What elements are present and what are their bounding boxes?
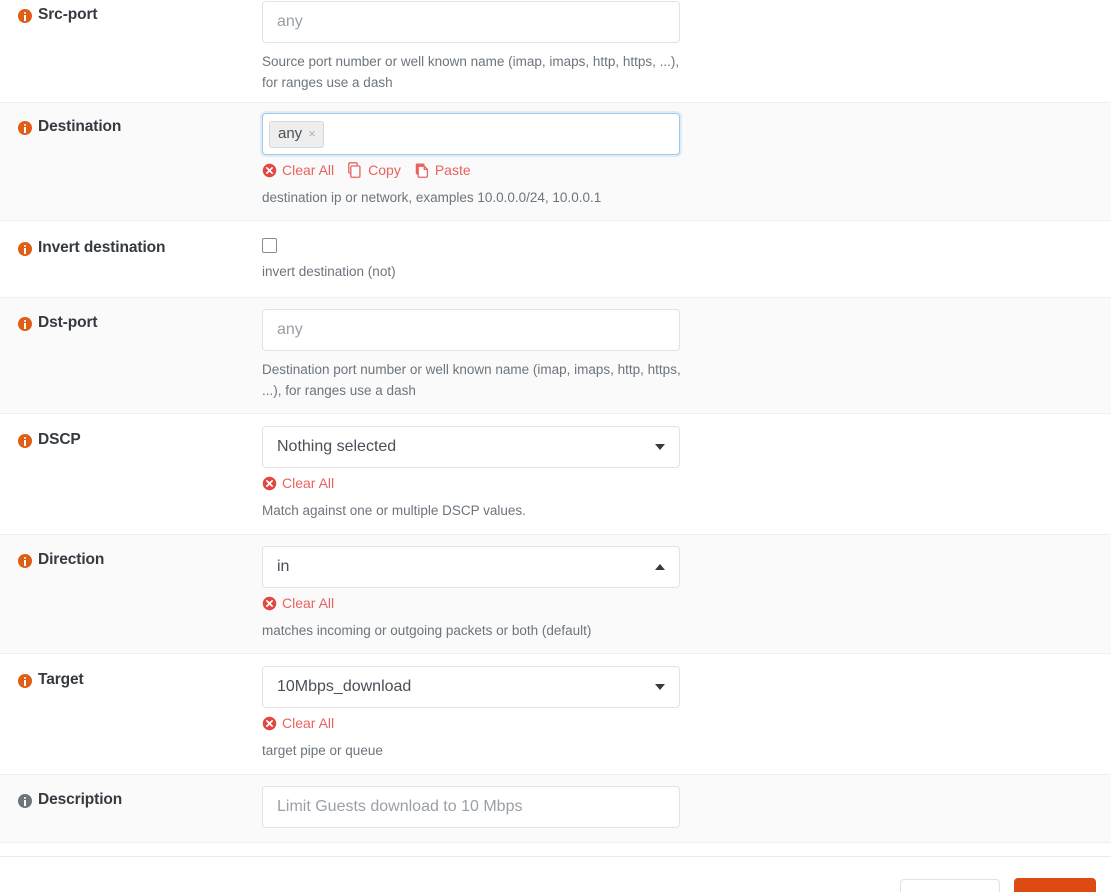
field-dscp: Nothing selected Clear All Match against… (262, 426, 1111, 521)
info-icon[interactable] (18, 794, 32, 808)
help-direction: matches incoming or outgoing packets or … (262, 623, 592, 638)
label-direction: Direction (0, 546, 262, 570)
dscp-select[interactable]: Nothing selected (262, 426, 680, 468)
label-text: Dst-port (38, 314, 98, 331)
field-src-port: Source port number or well known name (i… (262, 1, 1111, 93)
invert-destination-checkbox[interactable] (262, 238, 277, 253)
clear-all-button[interactable]: Clear All (262, 161, 334, 179)
form-row-dst-port: Dst-port Destination port number or well… (0, 297, 1111, 414)
token-label: any (278, 124, 303, 142)
label-text: DSCP (38, 431, 81, 448)
form-row-src-port: Src-port Source port number or well know… (0, 0, 1111, 102)
paste-icon (415, 163, 428, 178)
target-select[interactable]: 10Mbps_download (262, 666, 680, 708)
help-dst-port: Destination port number or well known na… (262, 362, 681, 398)
label-text: Src-port (38, 6, 98, 23)
label-target: Target (0, 666, 262, 690)
help-invert-destination: invert destination (not) (262, 264, 396, 279)
info-icon[interactable] (18, 434, 32, 448)
info-icon[interactable] (18, 674, 32, 688)
form-row-dscp: DSCP Nothing selected Clear All Match ag… (0, 414, 1111, 534)
src-port-input[interactable] (262, 1, 680, 43)
description-input[interactable] (262, 786, 680, 828)
label-text: Description (38, 791, 123, 808)
clear-all-label: Clear All (282, 475, 335, 491)
label-dst-port: Dst-port (0, 309, 262, 333)
info-icon[interactable] (18, 317, 32, 331)
info-icon[interactable] (18, 242, 32, 256)
dscp-selected-value: Nothing selected (277, 438, 397, 455)
label-description: Description (0, 786, 262, 810)
circle-x-icon (262, 596, 277, 610)
info-icon[interactable] (18, 554, 32, 568)
info-icon[interactable] (18, 121, 32, 135)
copy-icon (348, 162, 361, 178)
form-row-target: Target 10Mbps_download Clear All target … (0, 654, 1111, 774)
label-invert-destination: Invert destination (0, 234, 262, 258)
label-dscp: DSCP (0, 426, 262, 450)
info-icon[interactable] (18, 9, 32, 23)
clear-all-label: Clear All (282, 595, 335, 611)
target-actions: Clear All (262, 714, 1091, 732)
chevron-down-icon (655, 684, 665, 690)
form-row-description: Description (0, 774, 1111, 843)
label-text: Invert destination (38, 239, 166, 256)
token-remove-icon[interactable]: × (308, 127, 316, 140)
field-invert-destination: invert destination (not) (262, 234, 1111, 282)
help-src-port: Source port number or well known name (i… (262, 54, 680, 90)
help-target: target pipe or queue (262, 743, 383, 758)
direction-select[interactable]: in (262, 546, 680, 588)
clear-all-label: Clear All (282, 715, 335, 731)
qos-rule-form: Src-port Source port number or well know… (0, 0, 1111, 892)
dscp-actions: Clear All (262, 474, 1091, 492)
form-row-invert-destination: Invert destination invert destination (n… (0, 221, 1111, 297)
label-src-port: Src-port (0, 1, 262, 25)
form-row-direction: Direction in Clear All matches incoming … (0, 534, 1111, 654)
circle-x-icon (262, 476, 277, 490)
token-item[interactable]: any × (269, 120, 324, 148)
direction-actions: Clear All (262, 594, 1091, 612)
label-text: Destination (38, 118, 122, 135)
label-text: Target (38, 671, 84, 688)
direction-selected-value: in (277, 558, 290, 575)
paste-button[interactable]: Paste (415, 161, 471, 179)
dst-port-input[interactable] (262, 309, 680, 351)
clear-all-button[interactable]: Clear All (262, 474, 334, 492)
field-description (262, 786, 1111, 828)
form-row-destination: Destination any × Clear All Copy Paste d… (0, 102, 1111, 221)
field-dst-port: Destination port number or well known na… (262, 309, 1111, 401)
clear-all-button[interactable]: Clear All (262, 714, 334, 732)
label-destination: Destination (0, 113, 262, 137)
chevron-down-icon (655, 444, 665, 450)
destination-actions: Clear All Copy Paste (262, 161, 1091, 179)
copy-button[interactable]: Copy (348, 161, 401, 179)
paste-label: Paste (434, 162, 471, 178)
label-text: Direction (38, 551, 105, 568)
help-destination: destination ip or network, examples 10.0… (262, 190, 602, 205)
cancel-button[interactable]: Cancel (899, 879, 1000, 892)
field-direction: in Clear All matches incoming or outgoin… (262, 546, 1111, 641)
field-target: 10Mbps_download Clear All target pipe or… (262, 666, 1111, 761)
chevron-up-icon (655, 564, 665, 570)
field-destination: any × Clear All Copy Paste destination i… (262, 113, 1111, 208)
form-footer: Cancel Save (0, 857, 1111, 892)
circle-x-icon (262, 716, 277, 730)
copy-label: Copy (368, 162, 401, 178)
clear-all-button[interactable]: Clear All (262, 594, 334, 612)
help-dscp: Match against one or multiple DSCP value… (262, 503, 526, 518)
destination-token-input[interactable]: any × (262, 113, 680, 155)
target-selected-value: 10Mbps_download (277, 678, 412, 695)
save-button[interactable]: Save (1013, 878, 1096, 892)
clear-all-label: Clear All (282, 162, 335, 178)
circle-x-icon (262, 163, 277, 177)
